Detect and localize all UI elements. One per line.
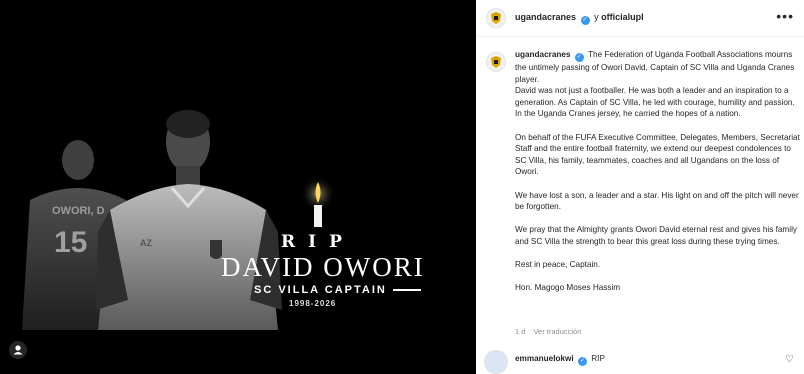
post-details-panel: ugandacranes ✓ y officialupl ••• ugandac… — [476, 0, 804, 374]
caption-paragraph: Rest in peace, Captain. — [515, 260, 601, 270]
author-avatar[interactable] — [486, 8, 506, 28]
role-underline — [392, 289, 421, 291]
caption-avatar[interactable] — [486, 52, 506, 72]
jersey-number: 15 — [54, 226, 87, 259]
tagged-users-button[interactable] — [9, 341, 27, 359]
caption-paragraph: We have lost a son, a leader and a star.… — [515, 190, 799, 212]
jersey-name: OWORI, D — [52, 205, 105, 217]
author-username[interactable]: ugandacranes — [515, 12, 576, 22]
rip-text: RIP — [281, 232, 355, 252]
caption-signature: Hon. Magogo Moses Hassim — [515, 283, 621, 293]
comment-text: RIP — [591, 354, 605, 363]
post-header: ugandacranes ✓ y officialupl ••• — [476, 0, 804, 37]
caption-paragraph: We pray that the Almighty grants Owori D… — [515, 225, 797, 246]
caption-paragraph: ugandacranes ✓ The Federation of Uganda … — [515, 49, 801, 120]
fufa-logo-icon — [491, 56, 501, 68]
verified-badge-icon: ✓ — [580, 16, 590, 25]
post-caption: ugandacranes ✓ The Federation of Uganda … — [515, 49, 801, 305]
caption-paragraph: On behalf of the FUFA Executive Committe… — [515, 132, 800, 177]
user-icon — [13, 345, 23, 355]
author-connector: y — [594, 12, 599, 22]
memorial-photo: OWORI, D 15 AZ — [0, 0, 476, 374]
post-authors: ugandacranes ✓ y officialupl — [515, 12, 644, 25]
memorial-years: 1998-2026 — [289, 299, 337, 308]
translate-link[interactable]: Ver traducción — [533, 327, 581, 336]
commenter-avatar[interactable] — [484, 350, 508, 374]
fufa-logo-icon — [491, 12, 501, 24]
memorial-role: SC VILLA CAPTAIN — [254, 284, 421, 296]
more-options-icon[interactable]: ••• — [776, 8, 794, 24]
post-image[interactable]: OWORI, D 15 AZ RIP DAVID OWORI SC VILLA … — [0, 0, 476, 374]
comment: emmanuelokwi ✓ RIP — [515, 354, 605, 366]
post-time: 1 d — [515, 327, 526, 336]
memorial-name: DAVID OWORI — [221, 252, 425, 282]
caption-username[interactable]: ugandacranes — [515, 50, 571, 59]
caption-meta: 1 d Ver traducción — [515, 327, 581, 336]
coauthor-username[interactable]: officialupl — [601, 12, 644, 22]
commenter-username[interactable]: emmanuelokwi — [515, 354, 574, 363]
like-comment-heart-icon[interactable]: ♡ — [785, 354, 794, 365]
caption-text: David was not just a footballer. He was … — [515, 86, 795, 119]
verified-badge-icon: ✓ — [574, 53, 584, 62]
verified-badge-icon: ✓ — [577, 357, 587, 366]
svg-text:AZ: AZ — [140, 238, 152, 248]
role-text: SC VILLA CAPTAIN — [254, 284, 387, 296]
